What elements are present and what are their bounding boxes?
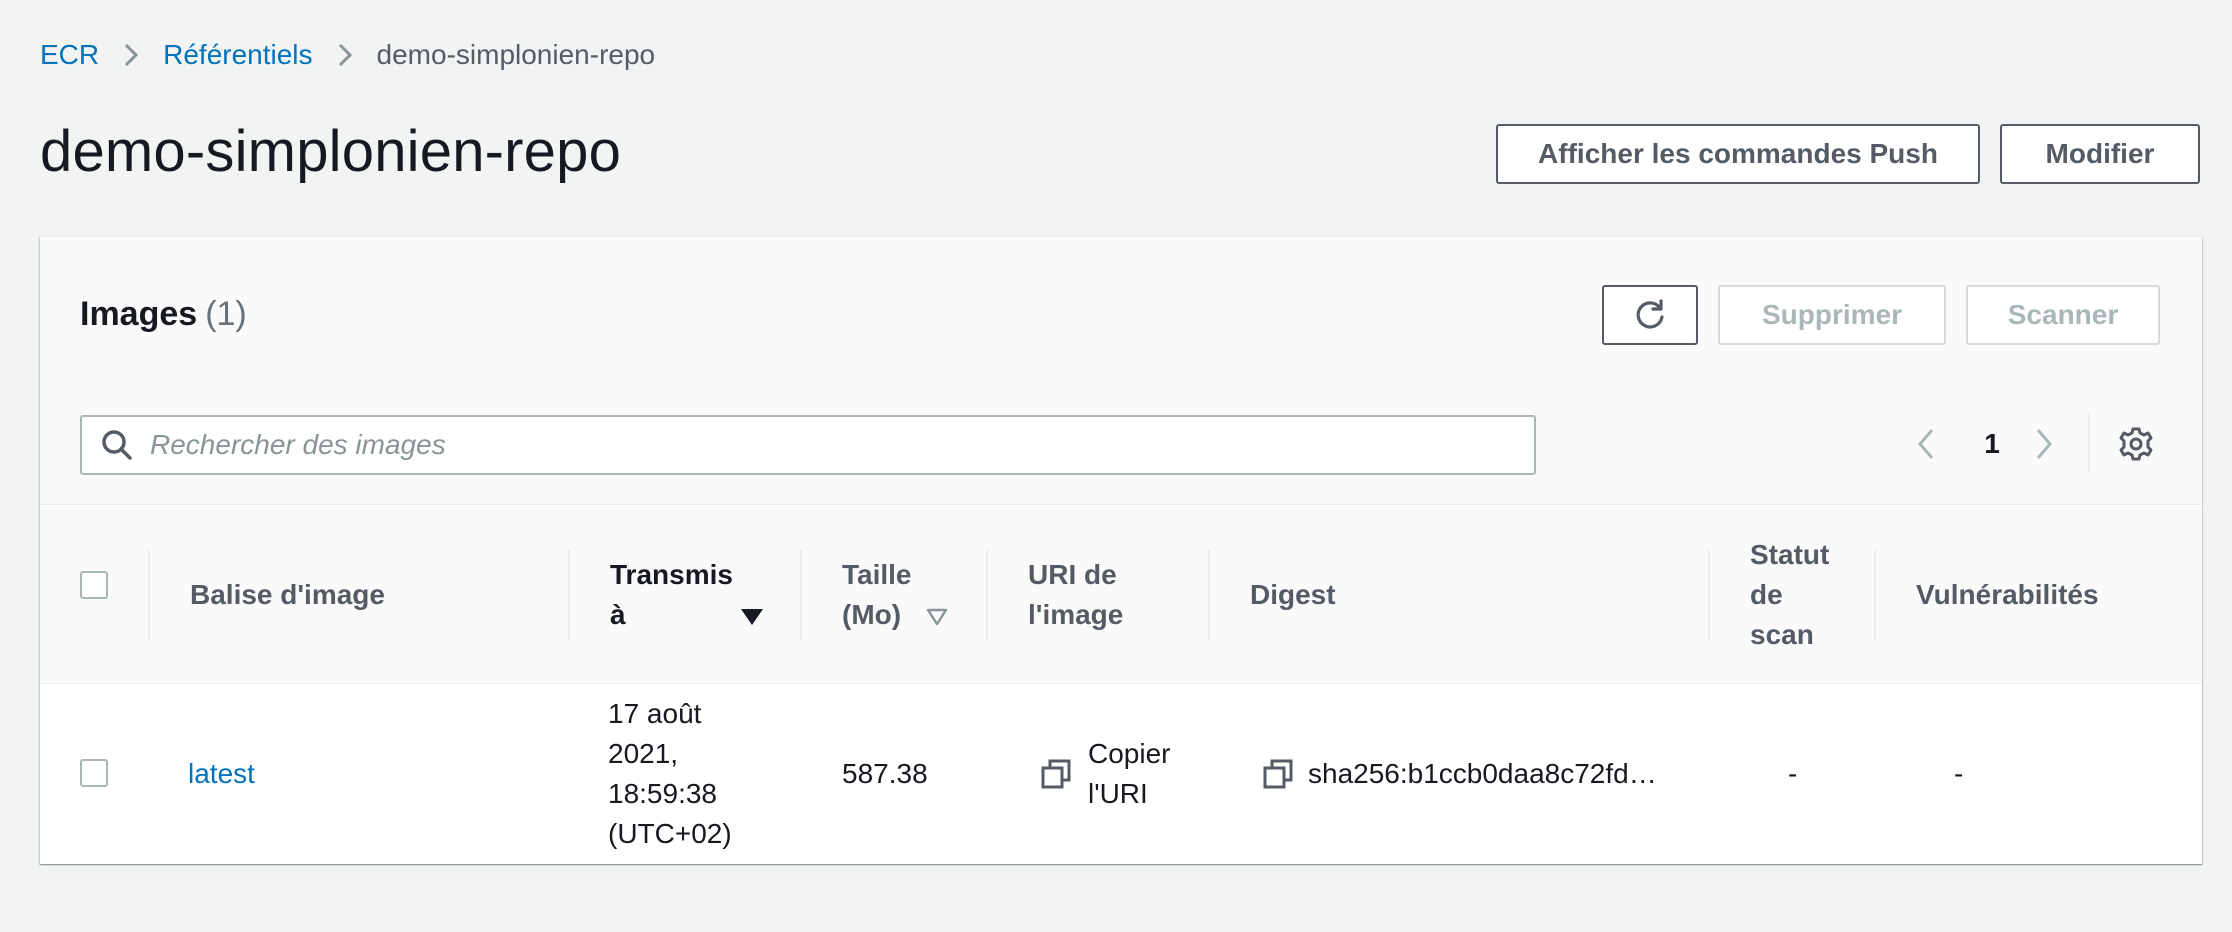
column-header-label: Vulnérabilités	[1916, 579, 2099, 610]
images-panel: Images (1) Supprimer Scanner Rechercher …	[40, 236, 2202, 864]
column-header-scan-status[interactable]: Statut de scan	[1750, 506, 1829, 684]
column-header-label: Digest	[1250, 579, 1336, 610]
select-all-checkbox[interactable]	[80, 571, 108, 599]
column-header-label: URI de	[1028, 559, 1117, 590]
refresh-icon	[1632, 297, 1668, 333]
breadcrumb-ecr-link[interactable]: ECR	[40, 39, 99, 71]
pushed-at-text: (UTC+02)	[608, 818, 732, 849]
chevron-left-icon	[1914, 426, 1938, 462]
edit-button[interactable]: Modifier	[2000, 124, 2200, 184]
images-panel-header: Images (1) Supprimer Scanner Rechercher …	[40, 237, 2202, 505]
refresh-button[interactable]	[1602, 285, 1698, 345]
images-title-text: Images	[80, 295, 198, 333]
column-divider	[986, 550, 988, 640]
page-title: demo-simplonien-repo	[40, 119, 622, 184]
scan-status-value: -	[1788, 758, 1798, 789]
sort-icon[interactable]	[926, 608, 948, 626]
sort-descending-icon[interactable]	[740, 608, 764, 626]
pushed-at-cell: 17 août 2021, 18:59:38 (UTC+02)	[608, 685, 732, 863]
delete-button[interactable]: Supprimer	[1718, 285, 1946, 345]
gear-icon	[2118, 426, 2154, 462]
size-cell: 587.38	[842, 685, 928, 863]
previous-page-button[interactable]	[1908, 419, 1944, 469]
scan-button[interactable]: Scanner	[1966, 285, 2160, 345]
column-header-label: de	[1750, 579, 1783, 610]
copy-uri-button[interactable]: Copier l'URI	[1040, 685, 1170, 863]
pushed-at-text: 2021,	[608, 738, 679, 769]
preferences-button[interactable]	[2114, 419, 2158, 469]
table-row: latest 17 août 2021, 18:59:38 (UTC+02) 5…	[40, 685, 2202, 863]
table-header: Balise d'image Transmis à Taille (Mo) UR…	[40, 506, 2202, 684]
copy-uri-text: l'URI	[1088, 778, 1148, 809]
view-push-commands-button[interactable]: Afficher les commandes Push	[1496, 124, 1980, 184]
pagination-divider	[2088, 413, 2090, 473]
column-header-pushed-at[interactable]: Transmis à	[610, 506, 770, 684]
column-header-digest[interactable]: Digest	[1250, 506, 1336, 684]
column-divider	[800, 550, 802, 640]
copy-uri-label: Copier l'URI	[1088, 734, 1170, 814]
column-header-label: Statut	[1750, 539, 1830, 570]
chevron-right-icon	[335, 40, 355, 70]
chevron-right-icon	[121, 40, 141, 70]
copy-digest-icon[interactable]	[1262, 758, 1294, 790]
digest-cell: sha256:b1ccb0daa8c72fd…	[1262, 685, 1657, 863]
size-value: 587.38	[842, 758, 928, 789]
column-header-label: (Mo)	[842, 599, 902, 630]
column-header-label: l'image	[1028, 599, 1124, 630]
column-header-label: Balise d'image	[190, 579, 385, 610]
column-divider	[568, 550, 570, 640]
column-divider	[1708, 550, 1710, 640]
breadcrumb: ECR Référentiels demo-simplonien-repo	[40, 36, 655, 74]
chevron-right-icon	[2032, 426, 2056, 462]
column-header-image-tag[interactable]: Balise d'image	[190, 506, 385, 684]
image-tag-cell: latest	[188, 685, 255, 863]
vulnerabilities-cell: -	[1954, 685, 1963, 863]
column-header-size[interactable]: Taille (Mo)	[842, 506, 912, 684]
image-tag-link[interactable]: latest	[188, 754, 255, 794]
column-header-label: à	[610, 599, 626, 630]
next-page-button[interactable]	[2026, 419, 2062, 469]
pushed-at-text: 18:59:38	[608, 778, 717, 809]
copy-uri-text: Copier	[1088, 738, 1171, 769]
scan-status-cell: -	[1788, 685, 1797, 863]
breadcrumb-current: demo-simplonien-repo	[376, 39, 656, 70]
column-header-label: Taille	[842, 559, 912, 590]
search-images-input[interactable]	[150, 429, 1510, 461]
column-divider	[1874, 550, 1876, 640]
current-page-number[interactable]: 1	[1972, 419, 2012, 469]
column-header-vulnerabilities[interactable]: Vulnérabilités	[1916, 506, 2099, 684]
search-icon	[100, 428, 134, 462]
column-header-image-uri[interactable]: URI de l'image	[1028, 506, 1123, 684]
digest-value: sha256:b1ccb0daa8c72fd…	[1308, 758, 1657, 789]
column-divider	[148, 550, 150, 640]
column-header-label: scan	[1750, 619, 1814, 650]
row-select-checkbox[interactable]	[80, 759, 108, 787]
images-count: (1)	[205, 295, 247, 333]
breadcrumb-repositories-link[interactable]: Référentiels	[163, 39, 312, 71]
pushed-at-text: 17 août	[608, 698, 702, 729]
images-panel-title: Images (1)	[80, 295, 247, 334]
column-divider	[1208, 550, 1210, 640]
search-box	[80, 415, 1536, 475]
vulnerabilities-value: -	[1954, 758, 1964, 789]
column-header-label: Transmis	[610, 559, 733, 590]
copy-icon	[1040, 758, 1072, 790]
